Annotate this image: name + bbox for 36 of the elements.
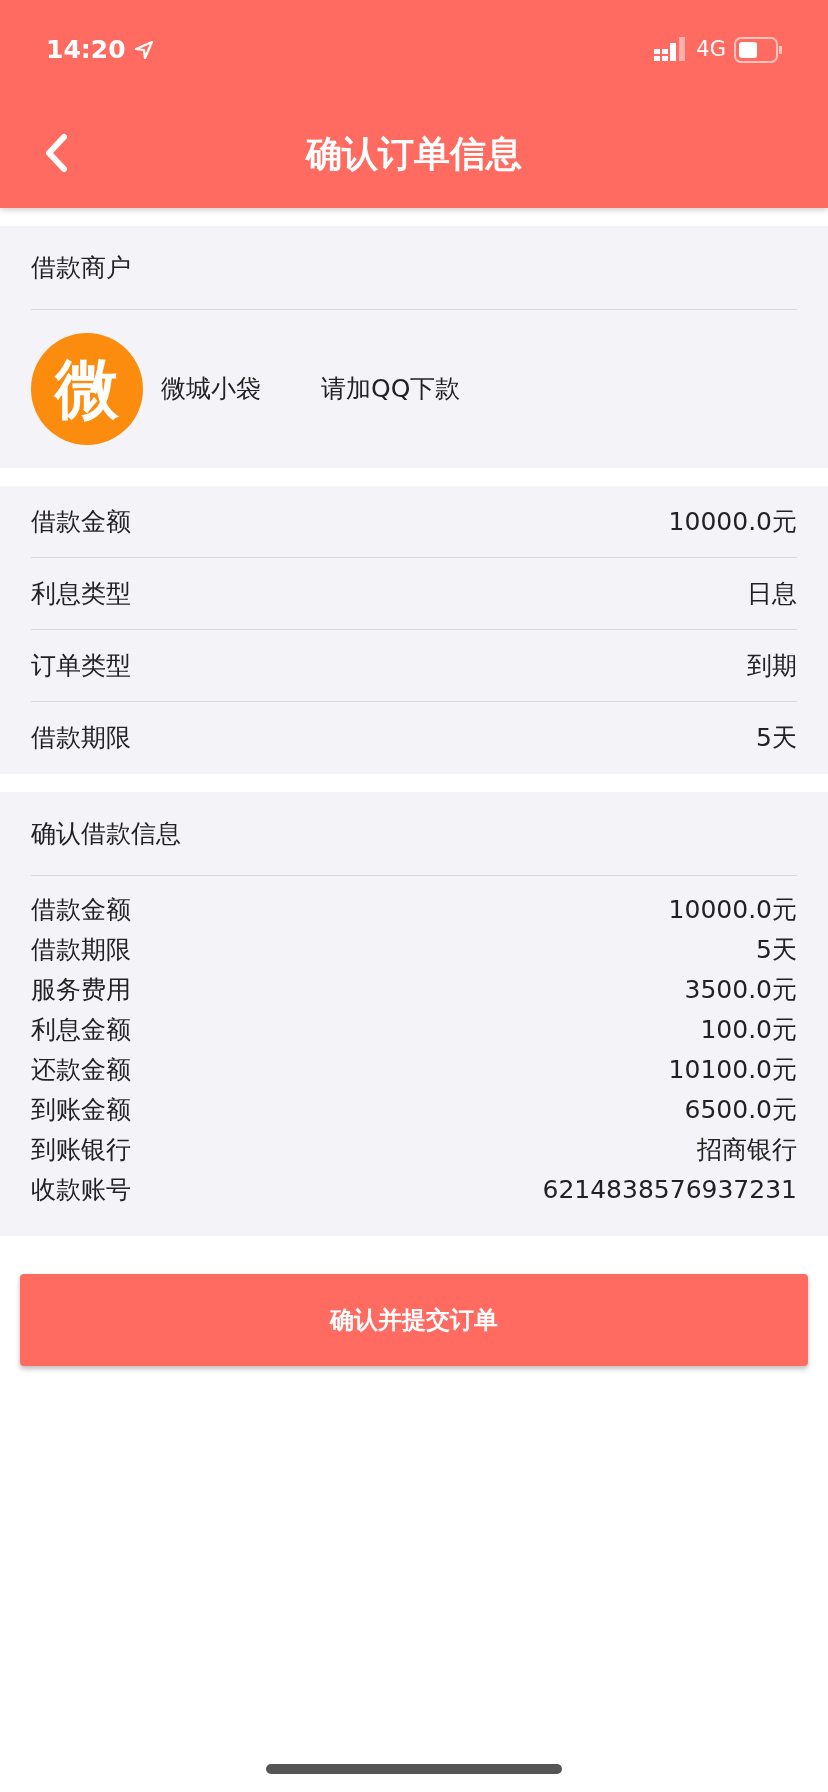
detail-value: 10000.0元 [668,894,797,927]
detail-value: 10100.0元 [668,1054,797,1087]
battery-icon [734,37,782,63]
merchant-note: 请加QQ下款 [321,373,461,406]
section-heading: 确认借款信息 [31,817,181,850]
status-time: 14:20 [46,34,126,67]
detail-value: 招商银行 [697,1134,797,1167]
detail-label: 收款账号 [31,1174,131,1207]
section-heading: 借款商户 [31,251,131,284]
row-value: 10000.0元 [668,505,797,538]
merchant-logo: 微 [31,333,143,445]
detail-label: 借款期限 [31,934,131,967]
row-label: 利息类型 [31,577,131,610]
detail-value: 6214838576937231 [542,1174,797,1207]
detail-label: 借款金额 [31,894,131,927]
detail-value: 3500.0元 [684,974,797,1007]
detail-label: 服务费用 [31,974,131,1007]
row-value: 5天 [756,722,797,755]
merchant-name: 微城小袋 [161,373,261,406]
detail-label: 还款金额 [31,1054,131,1087]
row-label: 借款期限 [31,722,131,755]
row-label: 订单类型 [31,649,131,682]
back-chevron-icon [43,133,69,173]
network-type: 4G [696,36,726,64]
row-label: 借款金额 [31,505,131,538]
row-value: 到期 [747,649,797,682]
submit-order-button[interactable]: 确认并提交订单 [20,1274,808,1366]
detail-value: 5天 [756,934,797,967]
page-title: 确认订单信息 [306,132,522,176]
location-arrow-icon [133,40,154,60]
detail-label: 到账银行 [31,1134,131,1167]
detail-label: 到账金额 [31,1094,131,1127]
detail-value: 100.0元 [700,1014,797,1047]
detail-value: 6500.0元 [684,1094,797,1127]
detail-label: 利息金额 [31,1014,131,1047]
row-value: 日息 [747,577,797,610]
